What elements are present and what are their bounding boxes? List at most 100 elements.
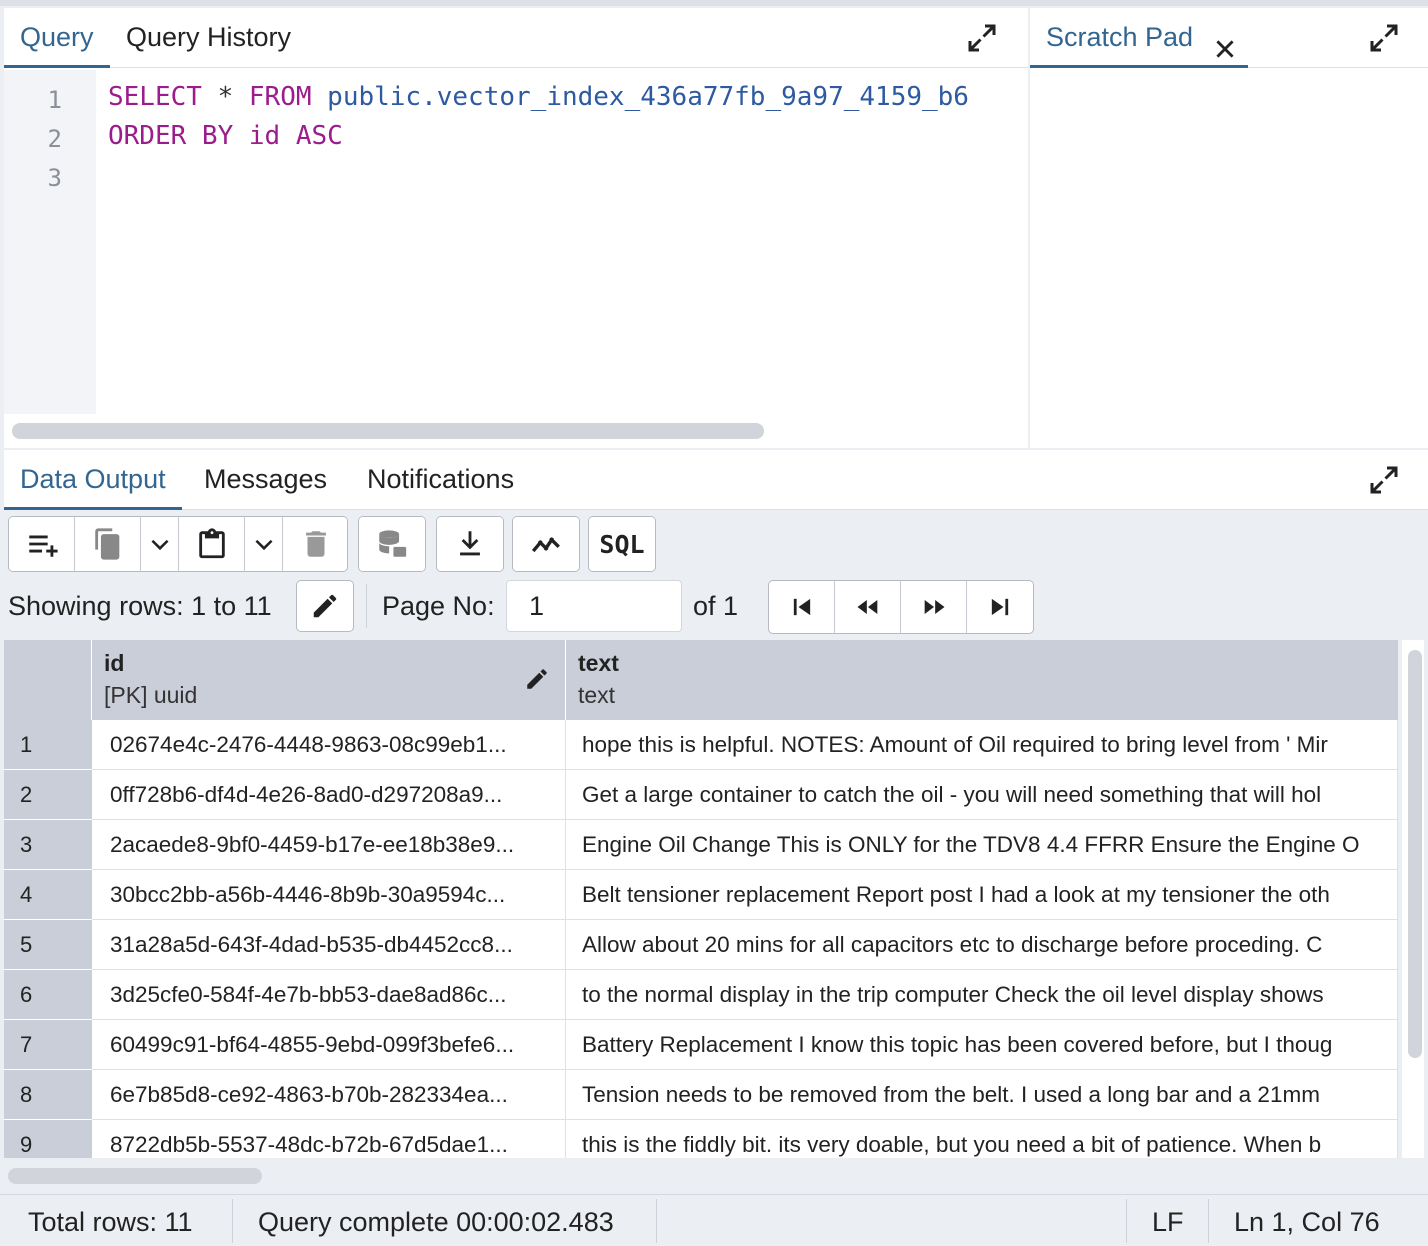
- cell-text[interactable]: Belt tensioner replacement Report post I…: [566, 870, 1398, 920]
- next-page-button[interactable]: [901, 581, 967, 633]
- cell-id[interactable]: 3d25cfe0-584f-4e7b-bb53-dae8ad86c...: [92, 970, 566, 1020]
- copy-options-dropdown[interactable]: [141, 517, 179, 571]
- cell-text[interactable]: hope this is helpful. NOTES: Amount of O…: [566, 720, 1398, 770]
- sql-keyword: ORDER BY id ASC: [108, 121, 343, 151]
- tab-notifications[interactable]: Notifications: [351, 450, 530, 510]
- pencil-icon: [313, 594, 337, 618]
- row-number: 7: [4, 1020, 92, 1070]
- paste-button[interactable]: [179, 517, 245, 571]
- cell-id[interactable]: 60499c91-bf64-4855-9ebd-099f3befe6...: [92, 1020, 566, 1070]
- copy-button[interactable]: [75, 517, 141, 571]
- scratch-pad-label: Scratch Pad: [1046, 22, 1194, 52]
- table-row[interactable]: 7 60499c91-bf64-4855-9ebd-099f3befe6... …: [4, 1020, 1398, 1070]
- table-row[interactable]: 2 0ff728b6-df4d-4e26-8ad0-d297208a9... G…: [4, 770, 1398, 820]
- row-number: 3: [4, 820, 92, 870]
- table-row[interactable]: 6 3d25cfe0-584f-4e7b-bb53-dae8ad86c... t…: [4, 970, 1398, 1020]
- cell-text[interactable]: Get a large container to catch the oil -…: [566, 770, 1398, 820]
- line-number: 3: [47, 164, 62, 192]
- divider: [232, 1199, 233, 1243]
- cell-text[interactable]: Engine Oil Change This is ONLY for the T…: [566, 820, 1398, 870]
- table-row[interactable]: 5 31a28a5d-643f-4dad-b535-db4452cc8... A…: [4, 920, 1398, 970]
- row-number: 4: [4, 870, 92, 920]
- table-row[interactable]: 1 02674e4c-2476-4448-9863-08c99eb1... ho…: [4, 720, 1398, 770]
- download-button[interactable]: [436, 516, 504, 572]
- copy-icon: [94, 528, 119, 560]
- row-number: 9: [4, 1120, 92, 1158]
- query-panel: Query Query History 1 2 3 SELECT * FROM …: [4, 8, 1028, 448]
- cell-id[interactable]: 30bcc2bb-a56b-4446-8b9b-30a9594c...: [92, 870, 566, 920]
- save-data-icon: [379, 530, 407, 557]
- cell-id[interactable]: 31a28a5d-643f-4dad-b535-db4452cc8...: [92, 920, 566, 970]
- tab-scratch-pad[interactable]: Scratch Pad: [1030, 8, 1248, 68]
- paste-options-dropdown[interactable]: [245, 517, 283, 571]
- last-page-icon: [991, 598, 1009, 616]
- tab-query[interactable]: Query: [4, 8, 110, 68]
- edit-rows-button[interactable]: [296, 580, 354, 632]
- grid-horizontal-scrollbar[interactable]: [8, 1168, 262, 1184]
- cell-id[interactable]: 2acaede8-9bf0-4459-b17e-ee18b38e9...: [92, 820, 566, 870]
- column-header-id[interactable]: id [PK] uuid: [92, 640, 566, 720]
- expand-icon[interactable]: [964, 20, 1004, 60]
- cell-id[interactable]: 02674e4c-2476-4448-9863-08c99eb1...: [92, 720, 566, 770]
- row-number-header[interactable]: [4, 640, 92, 720]
- table-row[interactable]: 9 8722db5b-5537-48dc-b72b-67d5dae1... th…: [4, 1120, 1398, 1158]
- page-number-input[interactable]: 1: [506, 580, 682, 632]
- table-row[interactable]: 4 30bcc2bb-a56b-4446-8b9b-30a9594c... Be…: [4, 870, 1398, 920]
- cell-id[interactable]: 0ff728b6-df4d-4e26-8ad0-d297208a9...: [92, 770, 566, 820]
- column-name: text: [578, 650, 619, 676]
- pencil-icon[interactable]: [524, 666, 550, 697]
- sql-operator: *: [201, 82, 249, 112]
- grid-vertical-scrollbar[interactable]: [1408, 650, 1422, 1058]
- first-page-button[interactable]: [769, 581, 835, 633]
- chevron-down-icon: [254, 539, 273, 551]
- pager: Showing rows: 1 to 11 Page No: 1 of 1: [4, 578, 1428, 634]
- cell-id[interactable]: 6e7b85d8-ce92-4863-b70b-282334ea...: [92, 1070, 566, 1120]
- table-row[interactable]: 8 6e7b85d8-ce92-4863-b70b-282334ea... Te…: [4, 1070, 1398, 1120]
- cell-text[interactable]: Tension needs to be removed from the bel…: [566, 1070, 1398, 1120]
- editor-horizontal-scrollbar[interactable]: [12, 423, 764, 439]
- rewind-icon: [857, 600, 877, 614]
- status-bar: Total rows: 11 Query complete 00:00:02.4…: [0, 1194, 1428, 1246]
- tab-query-history[interactable]: Query History: [110, 8, 307, 68]
- row-number: 5: [4, 920, 92, 970]
- tab-data-output[interactable]: Data Output: [4, 450, 182, 510]
- previous-page-button[interactable]: [835, 581, 901, 633]
- fast-forward-icon: [924, 600, 944, 614]
- data-tabbar: Data Output Messages Notifications: [4, 450, 1428, 510]
- table-row[interactable]: 3 2acaede8-9bf0-4459-b17e-ee18b38e9... E…: [4, 820, 1398, 870]
- delete-button[interactable]: [283, 517, 347, 571]
- divider: [366, 584, 367, 628]
- sql-button[interactable]: SQL: [588, 516, 656, 572]
- scratch-tabbar: Scratch Pad: [1030, 8, 1428, 68]
- line-ending-status: LF: [1152, 1207, 1184, 1237]
- column-header-text[interactable]: text text: [566, 640, 1398, 720]
- row-number: 1: [4, 720, 92, 770]
- add-row-button[interactable]: [9, 517, 75, 571]
- page-navigation: [768, 580, 1034, 634]
- cell-text[interactable]: to the normal display in the trip comput…: [566, 970, 1398, 1020]
- top-strip: [0, 0, 1428, 6]
- page-count-label: of 1: [693, 591, 739, 621]
- code-line-2: ORDER BY id ASC: [108, 121, 343, 151]
- last-page-button[interactable]: [967, 581, 1033, 633]
- showing-rows-label: Showing rows: 1 to 11: [8, 591, 272, 621]
- close-icon[interactable]: [1212, 24, 1238, 58]
- cell-text[interactable]: this is the fiddly bit. its very doable,…: [566, 1120, 1398, 1158]
- divider: [1208, 1199, 1209, 1243]
- scratch-pad-panel: Scratch Pad: [1030, 8, 1428, 448]
- paste-icon: [198, 528, 225, 559]
- cell-text[interactable]: Battery Replacement I know this topic ha…: [566, 1020, 1398, 1070]
- save-data-button[interactable]: [358, 516, 426, 572]
- grid-header: id [PK] uuid text text: [4, 640, 1398, 720]
- cell-text[interactable]: Allow about 20 mins for all capacitors e…: [566, 920, 1398, 970]
- graph-visualiser-button[interactable]: [512, 516, 580, 572]
- divider: [656, 1199, 657, 1243]
- total-rows-status: Total rows: 11: [28, 1207, 193, 1237]
- add-row-icon: [28, 535, 58, 557]
- cell-id[interactable]: 8722db5b-5537-48dc-b72b-67d5dae1...: [92, 1120, 566, 1158]
- expand-icon[interactable]: [1366, 20, 1406, 60]
- expand-icon[interactable]: [1366, 462, 1406, 502]
- sql-editor[interactable]: 1 2 3 SELECT * FROM public.vector_index_…: [4, 70, 1028, 414]
- tab-messages[interactable]: Messages: [188, 450, 343, 510]
- row-number: 8: [4, 1070, 92, 1120]
